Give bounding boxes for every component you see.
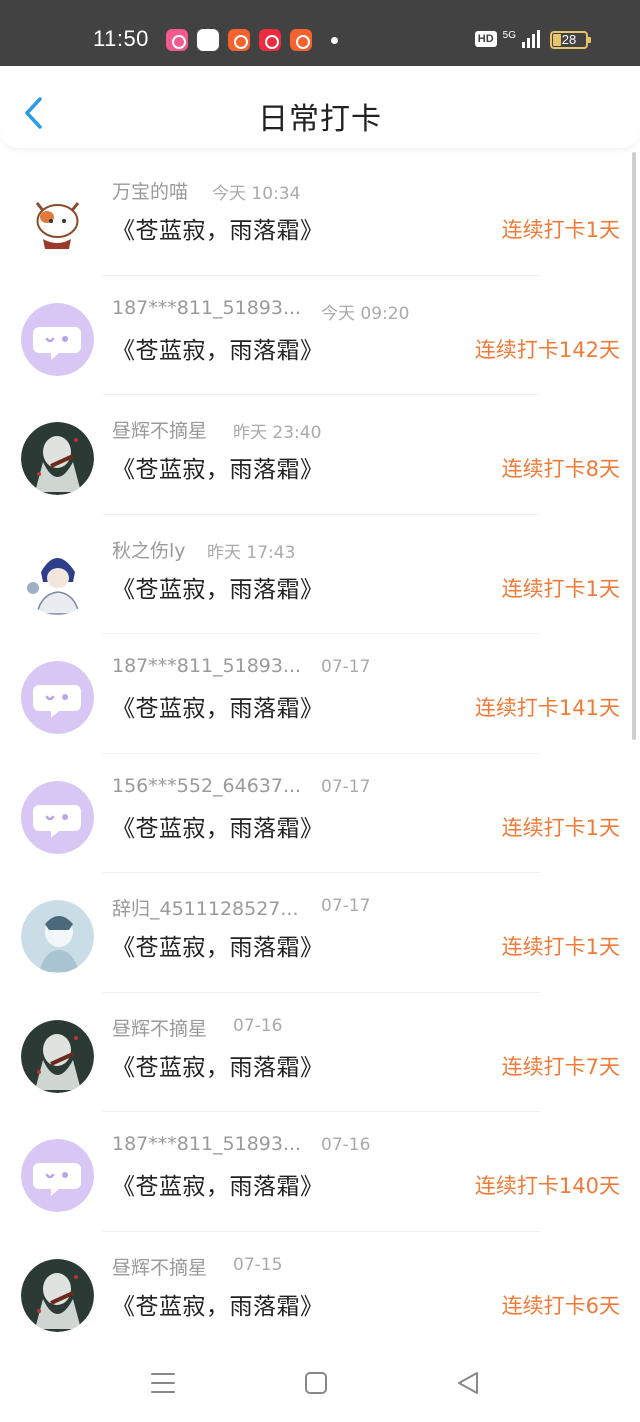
app-notification-icon [228, 29, 250, 51]
checkin-time: 昨天 23:40 [233, 423, 322, 443]
notification-icons [166, 29, 312, 51]
list-item[interactable]: 万宝的喵 今天 10:34 《苍蓝寂，雨落霜》 连续打卡1天 [0, 156, 640, 276]
cat-avatar[interactable] [21, 183, 94, 256]
user-name[interactable]: 昼辉不摘星 [112, 1253, 207, 1280]
default-avatar[interactable] [21, 780, 94, 854]
default-avatar[interactable] [21, 1139, 94, 1212]
streak-count: 连续打卡1天 [501, 218, 620, 242]
book-title[interactable]: 《苍蓝寂，雨落霜》 [112, 1048, 324, 1082]
system-nav-bar [0, 1342, 640, 1422]
list-item[interactable]: 秋之伤ly 昨天 17:43 《苍蓝寂，雨落霜》 连续打卡1天 [0, 515, 640, 634]
checkin-time: 今天 09:20 [321, 303, 410, 324]
list-item[interactable]: 昼辉不摘星 07-16 《苍蓝寂，雨落霜》 连续打卡7天 [0, 993, 640, 1112]
default-avatar[interactable] [21, 302, 94, 376]
triangle-back-icon[interactable] [455, 1370, 481, 1396]
list-item[interactable]: 156***552_64637... 07-17 《苍蓝寂，雨落霜》 连续打卡1天 [0, 754, 640, 873]
streak-count: 连续打卡140天 [474, 1174, 620, 1198]
default-avatar[interactable] [21, 661, 94, 734]
redbook-notification-icon [259, 29, 281, 51]
checkin-time: 07-17 [321, 896, 371, 916]
streak-count: 连续打卡7天 [501, 1054, 620, 1079]
checkin-time: 昨天 17:43 [207, 542, 296, 563]
book-title[interactable]: 《苍蓝寂，雨落霜》 [112, 450, 324, 484]
book-title[interactable]: 《苍蓝寂，雨落霜》 [112, 570, 324, 604]
app-notification-icon [290, 29, 312, 51]
status-time: 11:50 [93, 26, 149, 51]
menu-icon[interactable] [150, 1370, 176, 1396]
user-name[interactable]: 昼辉不摘星 [112, 1014, 207, 1041]
book-title[interactable]: 《苍蓝寂，雨落霜》 [112, 211, 324, 245]
book-title[interactable]: 《苍蓝寂，雨落霜》 [112, 689, 324, 723]
more-notifications-dot-icon [331, 37, 338, 44]
hd-icon: HD [474, 31, 497, 47]
user-name[interactable]: 万宝的喵 [112, 177, 188, 204]
streak-count: 连续打卡142天 [474, 337, 620, 362]
checkin-time: 07-17 [321, 776, 371, 797]
list-item[interactable]: 187***811_51893... 07-16 《苍蓝寂，雨落霜》 连续打卡140天 [0, 1112, 640, 1232]
user-name[interactable]: 昼辉不摘星 [112, 416, 207, 443]
page-title: 日常打卡 [258, 102, 382, 137]
checkin-time: 07-17 [321, 657, 371, 677]
book-title[interactable]: 《苍蓝寂，雨落霜》 [112, 1167, 324, 1201]
list-item[interactable]: 昼辉不摘星 07-15 《苍蓝寂，雨落霜》 连续打卡6天 [0, 1232, 640, 1351]
battery-icon: 28 [550, 31, 591, 49]
violin-avatar[interactable] [21, 1258, 94, 1332]
streak-count: 连续打卡1天 [501, 935, 620, 959]
book-title[interactable]: 《苍蓝寂，雨落霜》 [112, 331, 324, 365]
streak-count: 连续打卡141天 [474, 696, 620, 720]
checkin-time: 07-16 [321, 1135, 371, 1155]
app-notification-icon [166, 29, 188, 51]
book-title[interactable]: 《苍蓝寂，雨落霜》 [112, 928, 324, 962]
streak-count: 连续打卡8天 [501, 457, 620, 481]
violin-avatar[interactable] [21, 1019, 94, 1093]
list-item[interactable]: 187***811_51893... 07-17 《苍蓝寂，雨落霜》 连续打卡141天 [0, 634, 640, 754]
list-item[interactable]: 187***811_51893... 今天 09:20 《苍蓝寂，雨落霜》 连续打卡1… [0, 276, 640, 395]
book-title[interactable]: 《苍蓝寂，雨落霜》 [112, 1287, 324, 1321]
signal-icon [522, 30, 540, 48]
list-item[interactable]: 辞归_4511128527... 07-17 《苍蓝寂，雨落霜》 连续打卡1天 [0, 873, 640, 993]
streak-count: 连续打卡6天 [501, 1293, 620, 1318]
network-type: 5G [502, 29, 516, 41]
user-name[interactable]: 辞归_4511128527... [112, 894, 299, 921]
boy-avatar[interactable] [21, 541, 94, 615]
checkin-time: 07-16 [233, 1015, 283, 1036]
user-name[interactable]: 156***552_64637... [112, 775, 301, 797]
status-bar: 11:50 HD 5G 28 [0, 0, 640, 66]
streak-count: 连续打卡1天 [501, 576, 620, 601]
user-name[interactable]: 187***811_51893... [112, 297, 301, 319]
user-name[interactable]: 秋之伤ly [112, 536, 186, 563]
square-home-icon[interactable] [303, 1370, 329, 1396]
user-name[interactable]: 187***811_51893... [112, 1133, 301, 1155]
scrollbar[interactable] [632, 152, 636, 740]
blue-avatar[interactable] [21, 900, 94, 973]
signal-group: HD 5G [474, 29, 540, 48]
user-name[interactable]: 187***811_51893... [112, 655, 301, 677]
list-item[interactable]: 昼辉不摘星 昨天 23:40 《苍蓝寂，雨落霜》 连续打卡8天 [0, 395, 640, 515]
page-header: 日常打卡 [0, 66, 640, 148]
checkin-list: 万宝的喵 今天 10:34 《苍蓝寂，雨落霜》 连续打卡1天 187***811_518… [0, 156, 640, 1351]
checkin-time: 07-15 [233, 1254, 283, 1275]
book-title[interactable]: 《苍蓝寂，雨落霜》 [112, 809, 324, 843]
violin-avatar[interactable] [21, 422, 94, 495]
checkin-time: 今天 10:34 [212, 184, 301, 204]
map-notification-icon [197, 29, 219, 51]
streak-count: 连续打卡1天 [501, 815, 620, 840]
